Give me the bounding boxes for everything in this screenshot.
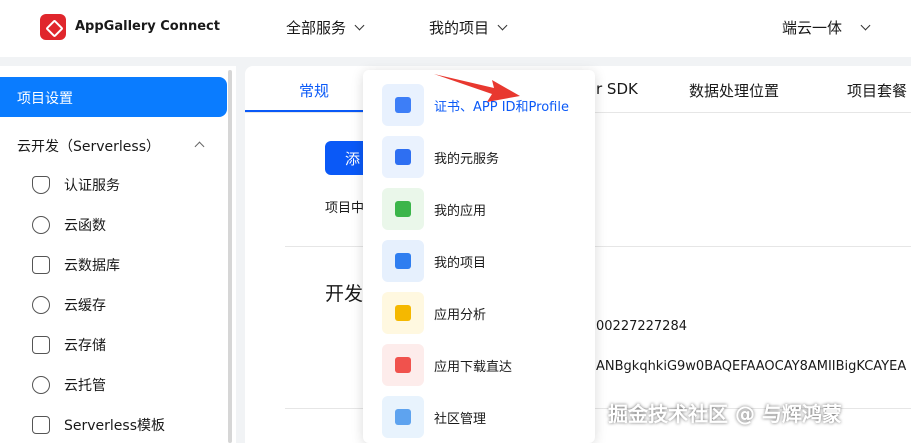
sidebar-item-project-settings[interactable]: 项目设置 [0, 77, 227, 117]
dropdown-item[interactable]: 我的元服务 [382, 136, 499, 178]
app-grid-icon [382, 188, 424, 230]
nav-device-cloud-label: 端云一体 [782, 19, 843, 37]
storage-icon [32, 336, 50, 354]
hmos-certificate-icon-glyph [395, 97, 411, 113]
dropdown-item-label: 我的元服务 [434, 151, 500, 167]
nav-device-cloud[interactable]: 端云一体 [782, 17, 871, 38]
app-grid-icon-glyph [395, 201, 411, 217]
shield-icon [32, 176, 50, 194]
analytics-icon-glyph [395, 305, 411, 321]
chevron-down-icon [497, 20, 508, 31]
template-icon [32, 416, 50, 434]
dropdown-item[interactable]: 应用下载直达 [382, 344, 512, 386]
nav-my-projects[interactable]: 我的项目 [429, 17, 508, 38]
sidebar-item-label: 云数据库 [64, 258, 120, 274]
dropdown-item[interactable]: 社区管理 [382, 396, 486, 438]
tab-general[interactable]: 常规 [299, 80, 329, 101]
tab-data-location[interactable]: 数据处理位置 [689, 80, 779, 101]
atomic-service-icon [382, 136, 424, 178]
sidebar-scrollbar[interactable] [228, 70, 232, 443]
project-icon-glyph [395, 253, 411, 269]
nav-all-services-label: 全部服务 [286, 19, 347, 37]
sidebar-item-cloud-db[interactable]: 云数据库 [32, 251, 222, 279]
nav-all-services[interactable]: 全部服务 [286, 17, 365, 38]
download-direct-icon [382, 344, 424, 386]
sidebar-group-serverless[interactable]: 云开发（Serverless） [17, 136, 160, 156]
dropdown-item-label: 我的项目 [434, 255, 487, 271]
sidebar-item-label: 云托管 [64, 378, 106, 394]
dropdown-item-label: 应用分析 [434, 307, 487, 323]
project-icon [382, 240, 424, 282]
sidebar-item-auth[interactable]: 认证服务 [32, 171, 222, 199]
tab-sdk[interactable]: r SDK [596, 80, 638, 98]
community-icon [382, 396, 424, 438]
public-key-value: ANBgkqhkiG9w0BAQEFAAOCAY8AMIIBigKCAYEA [596, 359, 907, 374]
sidebar-item-cloud-function[interactable]: 云函数 [32, 211, 222, 239]
dropdown-item-label: 我的应用 [434, 203, 487, 219]
sidebar-item-label: 云存储 [64, 338, 106, 354]
chevron-down-icon [860, 20, 871, 31]
nav-my-projects-label: 我的项目 [429, 19, 490, 37]
cloud-function-icon [32, 216, 50, 234]
analytics-icon [382, 292, 424, 334]
dropdown-item[interactable]: 应用分析 [382, 292, 486, 334]
sidebar-item-serverless-template[interactable]: Serverless模板 [32, 411, 222, 439]
atomic-service-icon-glyph [395, 149, 411, 165]
section-title: 开发 [325, 283, 364, 305]
sidebar-item-label: Serverless模板 [64, 418, 166, 434]
app-id-value: 00227227284 [596, 319, 687, 334]
dropdown-item-label: 社区管理 [434, 411, 487, 427]
sidebar-item-cloud-cache[interactable]: 云缓存 [32, 291, 222, 319]
sidebar-item-cloud-hosting[interactable]: 云托管 [32, 371, 222, 399]
watermark: 掘金技术社区 @ 与辉鸿蒙 [608, 402, 842, 426]
sidebar-item-label: 云函数 [64, 218, 106, 234]
hmos-certificate-icon [382, 84, 424, 126]
brand-name[interactable]: AppGallery Connect [75, 19, 220, 34]
dropdown-item[interactable]: 我的项目 [382, 240, 486, 282]
tab-project-plan[interactable]: 项目套餐 [847, 80, 907, 101]
top-bar: AppGallery Connect 全部服务 我的项目 端云一体 [0, 0, 911, 57]
community-icon-glyph [395, 409, 411, 425]
download-direct-icon-glyph [395, 357, 411, 373]
database-icon [32, 256, 50, 274]
dropdown-item[interactable]: 我的应用 [382, 188, 486, 230]
globe-icon [32, 376, 50, 394]
annotation-arrow [434, 74, 520, 102]
sidebar-item-label: 云缓存 [64, 298, 106, 314]
chevron-down-icon [354, 20, 365, 31]
hint-text: 项目中 [325, 201, 365, 216]
appgallery-logo-icon[interactable] [40, 14, 66, 40]
cloud-cache-icon [32, 296, 50, 314]
sidebar-item-cloud-storage[interactable]: 云存储 [32, 331, 222, 359]
dropdown-item-label: 应用下载直达 [434, 359, 513, 375]
sidebar-item-label: 认证服务 [64, 178, 120, 194]
